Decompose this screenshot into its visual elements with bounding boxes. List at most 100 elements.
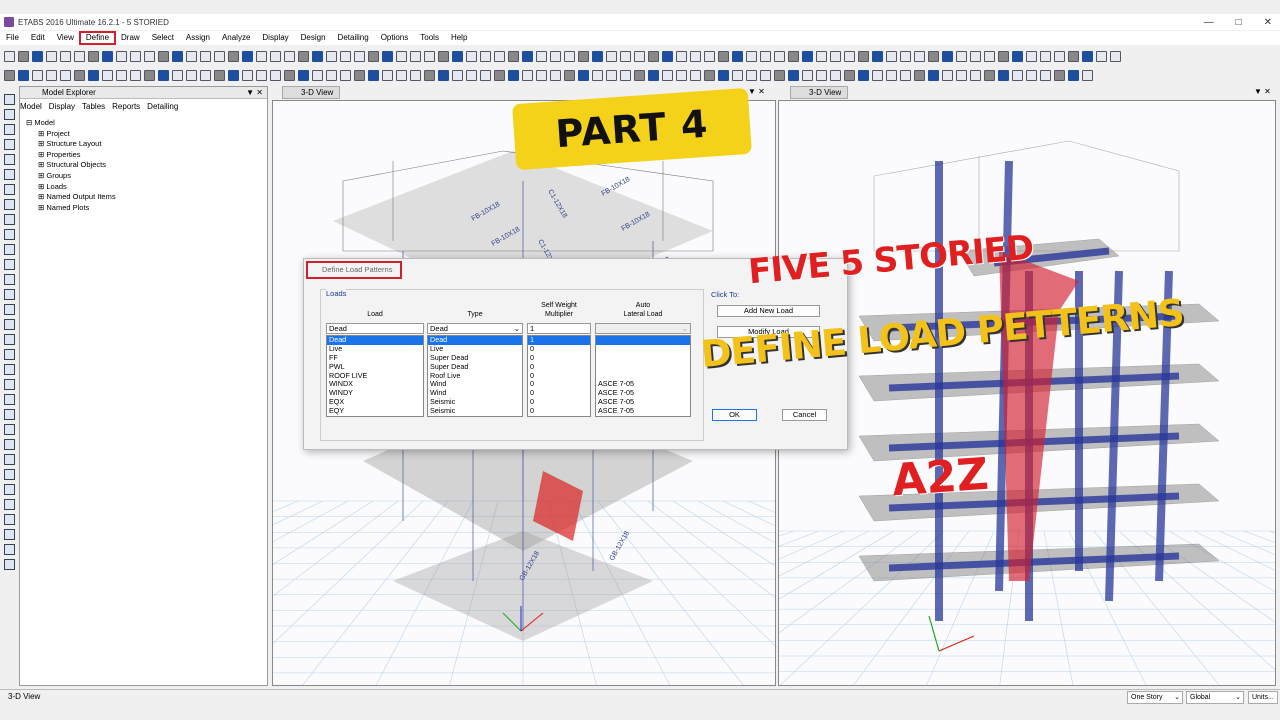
toolbar-tool-icon[interactable] [508, 69, 519, 81]
toolbar-tool-icon[interactable] [998, 50, 1009, 62]
toolbar-tool-icon[interactable] [732, 50, 743, 62]
type-list[interactable]: Dead Live Super Dead Super Dead Roof Live Win… [427, 335, 523, 417]
menu-analyze[interactable]: Analyze [216, 32, 256, 44]
toolbar-tool-icon[interactable] [214, 69, 225, 81]
left-tool-icon[interactable] [3, 154, 15, 165]
toolbar-tool-icon[interactable] [984, 50, 995, 62]
toolbar-tool-icon[interactable] [788, 50, 799, 62]
story-select[interactable]: One Story ⌄ [1127, 691, 1183, 704]
menu-define[interactable]: Define [78, 31, 117, 45]
menu-edit[interactable]: Edit [25, 32, 51, 44]
toolbar-tool-icon[interactable] [312, 50, 323, 62]
tree-item[interactable]: ⊞ Structural Objects [26, 160, 116, 171]
toolbar-tool-icon[interactable] [1054, 50, 1065, 62]
minimize-icon[interactable]: — [1204, 17, 1214, 28]
toolbar-tool-icon[interactable] [4, 69, 15, 81]
left-tool-icon[interactable] [3, 469, 15, 480]
left-tool-icon[interactable] [3, 289, 15, 300]
menu-view[interactable]: View [51, 32, 80, 44]
toolbar-tool-icon[interactable] [172, 50, 183, 62]
toolbar-tool-icon[interactable] [130, 69, 141, 81]
toolbar-tool-icon[interactable] [1026, 69, 1037, 81]
toolbar-tool-icon[interactable] [872, 69, 883, 81]
tree-item[interactable]: ⊞ Project [26, 129, 116, 140]
pin-close-icon[interactable]: ▼ ✕ [246, 87, 263, 99]
toolbar-tool-icon[interactable] [690, 50, 701, 62]
left-tool-icon[interactable] [3, 304, 15, 315]
left-tool-icon[interactable] [3, 349, 15, 360]
list-item[interactable]: 0 [528, 362, 590, 372]
toolbar-tool-icon[interactable] [410, 69, 421, 81]
toolbar-tool-icon[interactable] [704, 69, 715, 81]
toolbar-tool-icon[interactable] [606, 50, 617, 62]
toolbar-tool-icon[interactable] [18, 69, 29, 81]
toolbar-tool-icon[interactable] [298, 69, 309, 81]
toolbar-tool-icon[interactable] [340, 50, 351, 62]
toolbar-tool-icon[interactable] [606, 69, 617, 81]
toolbar-tool-icon[interactable] [172, 69, 183, 81]
toolbar-tool-icon[interactable] [928, 50, 939, 62]
toolbar-tool-icon[interactable] [732, 69, 743, 81]
toolbar-tool-icon[interactable] [774, 50, 785, 62]
toolbar-tool-icon[interactable] [914, 69, 925, 81]
toolbar-tool-icon[interactable] [1012, 50, 1023, 62]
toolbar-tool-icon[interactable] [620, 69, 631, 81]
toolbar-tool-icon[interactable] [662, 69, 673, 81]
self-weight-input[interactable]: 1 [527, 323, 591, 334]
toolbar-tool-icon[interactable] [774, 69, 785, 81]
toolbar-tool-icon[interactable] [60, 50, 71, 62]
toolbar-tool-icon[interactable] [74, 50, 85, 62]
left-tool-icon[interactable] [3, 244, 15, 255]
toolbar-tool-icon[interactable] [256, 69, 267, 81]
toolbar-tool-icon[interactable] [438, 69, 449, 81]
list-item[interactable]: 0 [528, 380, 590, 389]
toolbar-tool-icon[interactable] [354, 50, 365, 62]
toolbar-tool-icon[interactable] [1068, 50, 1079, 62]
toolbar-tool-icon[interactable] [480, 69, 491, 81]
toolbar-tool-icon[interactable] [802, 69, 813, 81]
toolbar-tool-icon[interactable] [522, 50, 533, 62]
toolbar-tool-icon[interactable] [1096, 50, 1107, 62]
left-tool-icon[interactable] [3, 214, 15, 225]
left-tool-icon[interactable] [3, 334, 15, 345]
toolbar-tool-icon[interactable] [592, 69, 603, 81]
list-item[interactable]: EQY [327, 406, 423, 416]
toolbar-tool-icon[interactable] [116, 50, 127, 62]
toolbar-tool-icon[interactable] [886, 69, 897, 81]
toolbar-tool-icon[interactable] [844, 69, 855, 81]
left-tool-icon[interactable] [3, 259, 15, 270]
toolbar-tool-icon[interactable] [578, 50, 589, 62]
toolbar-tool-icon[interactable] [116, 69, 127, 81]
toolbar-tool-icon[interactable] [956, 69, 967, 81]
left-tool-icon[interactable] [3, 544, 15, 555]
toolbar-tool-icon[interactable] [186, 50, 197, 62]
toolbar-tool-icon[interactable] [760, 69, 771, 81]
left-tool-icon[interactable] [3, 529, 15, 540]
left-tool-icon[interactable] [3, 559, 15, 570]
left-tool-icon[interactable] [3, 499, 15, 510]
toolbar-tool-icon[interactable] [466, 69, 477, 81]
left-tool-icon[interactable] [3, 169, 15, 180]
left-tool-icon[interactable] [3, 94, 15, 105]
tree-item[interactable]: ⊞ Named Output Items [26, 192, 116, 203]
toolbar-tool-icon[interactable] [858, 69, 869, 81]
toolbar-tool-icon[interactable] [200, 69, 211, 81]
toolbar-tool-icon[interactable] [970, 50, 981, 62]
toolbar-tool-icon[interactable] [144, 50, 155, 62]
list-item[interactable]: 0 [528, 406, 590, 416]
toolbar-tool-icon[interactable] [256, 50, 267, 62]
toolbar-tool-icon[interactable] [690, 69, 701, 81]
menu-tools[interactable]: Tools [414, 32, 445, 44]
tree-item[interactable]: ⊞ Properties [26, 150, 116, 161]
list-item[interactable]: 0 [528, 397, 590, 407]
toolbar-tool-icon[interactable] [102, 50, 113, 62]
toolbar-tool-icon[interactable] [242, 69, 253, 81]
toolbar-tool-icon[interactable] [88, 69, 99, 81]
tree-root[interactable]: ⊟ Model [26, 118, 116, 129]
toolbar-tool-icon[interactable] [844, 50, 855, 62]
left-tool-icon[interactable] [3, 184, 15, 195]
left-tool-icon[interactable] [3, 409, 15, 420]
toolbar-tool-icon[interactable] [186, 69, 197, 81]
auto-lateral-list[interactable]: ASCE 7-05 ASCE 7-05 ASCE 7-05 ASCE 7-05 [595, 335, 691, 417]
left-tool-icon[interactable] [3, 139, 15, 150]
